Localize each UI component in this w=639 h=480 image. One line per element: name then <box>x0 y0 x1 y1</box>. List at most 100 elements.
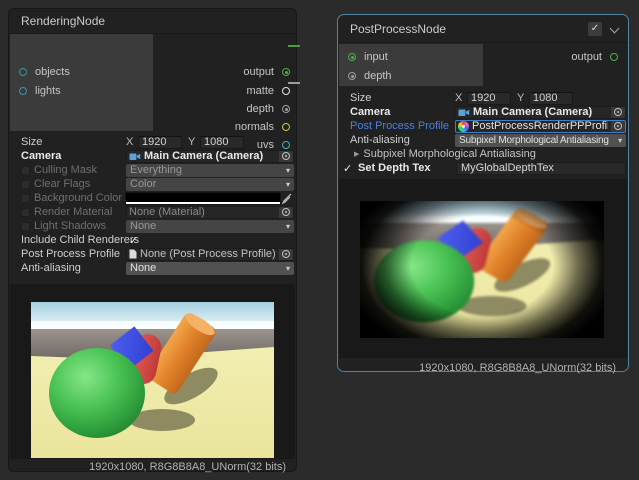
camera-object-field[interactable]: Main Camera (Camera) <box>126 150 294 163</box>
port-normals[interactable]: normals <box>235 118 290 136</box>
y-axis-label: Y <box>517 92 529 104</box>
post-process-profile-row: Post Process Profile PostProcessRenderPP… <box>338 119 628 133</box>
size-y-input[interactable] <box>529 92 573 105</box>
rendering-node-title: RenderingNode <box>21 14 105 28</box>
port-circle-output-pp[interactable] <box>610 53 618 61</box>
background-color-swatch[interactable] <box>126 193 280 204</box>
object-picker-icon[interactable] <box>611 120 625 133</box>
rendering-node[interactable]: RenderingNode objects lights output matt… <box>8 8 297 472</box>
culling-mask-dropdown[interactable]: Everything ▾ <box>126 164 294 177</box>
port-label-depth-in: depth <box>364 70 392 82</box>
dropdown-arrow-icon: ▾ <box>615 136 622 145</box>
smaa-foldout-row: ▶ Subpixel Morphological Antialiasing <box>338 147 628 161</box>
graph-canvas[interactable]: RenderingNode objects lights output matt… <box>0 0 639 480</box>
port-circle-output[interactable] <box>282 68 290 76</box>
dropdown-arrow-icon: ▾ <box>283 222 290 231</box>
port-circle-matte[interactable] <box>282 87 290 95</box>
foldout-arrow-icon[interactable]: ▶ <box>354 150 359 158</box>
anti-aliasing-value: None <box>130 262 156 274</box>
port-label-input: input <box>364 51 388 63</box>
port-depth-in[interactable]: depth <box>348 67 392 85</box>
render-material-row: Render Material None (Material) <box>9 205 296 219</box>
size-row: Size X Y <box>338 91 628 105</box>
culling-mask-label: Culling Mask <box>34 164 126 176</box>
render-material-checkbox[interactable] <box>21 208 30 217</box>
culling-mask-checkbox[interactable] <box>21 166 30 175</box>
camera-icon <box>129 152 141 161</box>
post-process-profile-object-field[interactable]: PostProcessRenderPPProfile (Pos <box>455 120 626 133</box>
post-process-profile-label: Post Process Profile <box>350 120 455 132</box>
background-color-checkbox[interactable] <box>21 194 30 203</box>
postprocess-node-titlebar[interactable]: PostProcessNode ✓ <box>338 15 628 43</box>
camera-label: Camera <box>350 106 455 118</box>
anti-aliasing-row: Anti-aliasing Subpixel Morphological Ant… <box>338 133 628 147</box>
postprocess-node-properties: Size X Y Camera Main Camera (Camera) Pos… <box>338 91 628 175</box>
include-child-renderers-checkbox[interactable]: ✓ <box>129 234 138 247</box>
port-circle-input[interactable] <box>348 53 356 61</box>
size-x-input[interactable] <box>467 92 511 105</box>
include-child-renderers-label: Include Child Renderers <box>21 234 126 246</box>
size-label: Size <box>21 136 126 148</box>
culling-mask-value: Everything <box>130 164 182 176</box>
post-process-profile-label: Post Process Profile <box>21 248 126 260</box>
rendering-node-titlebar[interactable]: RenderingNode <box>9 9 296 34</box>
set-depth-tex-input[interactable]: MyGlobalDepthTex <box>456 162 626 175</box>
object-picker-icon[interactable] <box>611 106 625 119</box>
set-depth-tex-checkbox[interactable]: ✓ <box>343 162 355 175</box>
port-label-objects: objects <box>35 66 70 78</box>
camera-value: Main Camera (Camera) <box>473 106 592 118</box>
camera-row: Camera Main Camera (Camera) <box>338 105 628 119</box>
smaa-foldout-label[interactable]: Subpixel Morphological Antialiasing <box>363 148 535 160</box>
port-label-output: output <box>243 66 274 78</box>
size-label: Size <box>350 92 455 104</box>
port-objects[interactable]: objects <box>19 63 70 81</box>
post-process-profile-value: None (Post Process Profile) <box>140 248 276 260</box>
anti-aliasing-dropdown[interactable]: None ▾ <box>126 262 294 275</box>
port-circle-objects[interactable] <box>19 68 27 76</box>
light-shadows-dropdown[interactable]: None ▾ <box>126 220 294 233</box>
background-color-row: Background Color <box>9 191 296 205</box>
port-output-pp[interactable]: output <box>571 48 618 66</box>
postprocess-node-title: PostProcessNode <box>350 22 446 36</box>
port-circle-depth-in[interactable] <box>348 72 356 80</box>
clear-flags-dropdown[interactable]: Color ▾ <box>126 178 294 191</box>
anti-aliasing-value: Subpixel Morphological Antialiasing <box>459 135 609 146</box>
postprocess-node[interactable]: PostProcessNode ✓ input depth output Siz… <box>337 14 629 372</box>
port-label-normals: normals <box>235 121 274 133</box>
object-picker-icon[interactable] <box>279 206 293 219</box>
clear-flags-checkbox[interactable] <box>21 180 30 189</box>
camera-object-field[interactable]: Main Camera (Camera) <box>455 106 626 119</box>
port-lights[interactable]: lights <box>19 82 61 100</box>
set-depth-tex-label: Set Depth Tex <box>358 162 456 174</box>
background-color-label: Background Color <box>34 192 126 204</box>
post-process-profile-row: Post Process Profile None (Post Process … <box>9 247 296 261</box>
camera-label: Camera <box>21 150 126 162</box>
node-enabled-checkbox[interactable]: ✓ <box>588 22 602 36</box>
light-shadows-checkbox[interactable] <box>21 222 30 231</box>
port-depth[interactable]: depth <box>246 100 290 118</box>
object-picker-icon[interactable] <box>279 248 293 261</box>
port-matte[interactable]: matte <box>246 82 290 100</box>
port-input[interactable]: input <box>348 48 388 66</box>
eyedropper-icon[interactable] <box>280 193 294 204</box>
port-label-lights: lights <box>35 85 61 97</box>
anti-aliasing-dropdown[interactable]: Subpixel Morphological Antialiasing ▾ <box>455 134 626 147</box>
x-axis-label: X <box>126 136 138 148</box>
render-material-object-field[interactable]: None (Material) <box>126 206 294 219</box>
port-circle-normals[interactable] <box>282 123 290 131</box>
collapse-chevron-icon[interactable] <box>610 24 620 34</box>
post-process-profile-object-field[interactable]: None (Post Process Profile) <box>126 248 294 261</box>
dropdown-arrow-icon: ▾ <box>283 166 290 175</box>
port-circle-lights[interactable] <box>19 87 27 95</box>
anti-aliasing-row: Anti-aliasing None ▾ <box>9 261 296 275</box>
dropdown-arrow-icon: ▾ <box>283 264 290 273</box>
postprocess-node-preview-panel <box>339 179 627 358</box>
size-x-input[interactable] <box>138 136 182 149</box>
document-icon <box>129 249 137 259</box>
port-label-depth: depth <box>246 103 274 115</box>
port-output[interactable]: output <box>243 63 290 81</box>
size-y-input[interactable] <box>200 136 244 149</box>
clear-flags-value: Color <box>130 178 156 190</box>
object-picker-icon[interactable] <box>279 150 293 163</box>
port-circle-depth[interactable] <box>282 105 290 113</box>
